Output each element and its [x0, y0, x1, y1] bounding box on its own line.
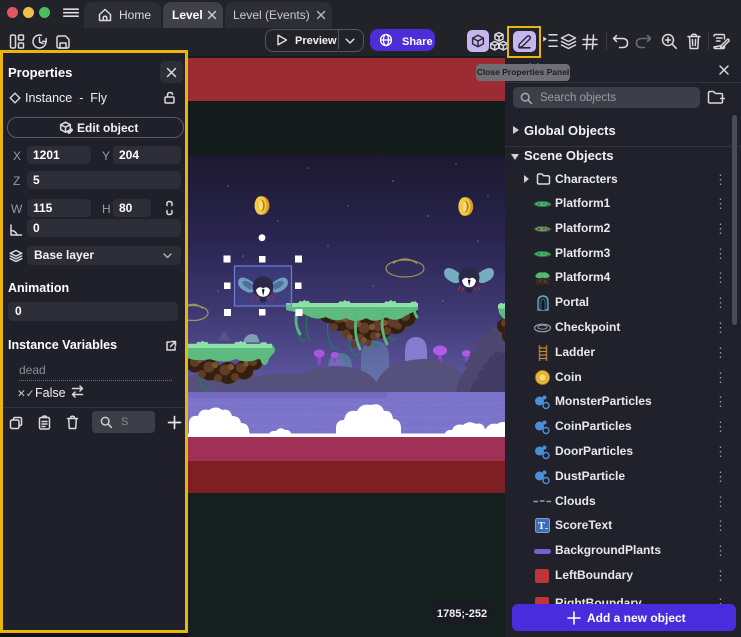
svg-text:T: T	[538, 521, 545, 532]
svg-text:1785;-252: 1785;-252	[437, 608, 487, 620]
